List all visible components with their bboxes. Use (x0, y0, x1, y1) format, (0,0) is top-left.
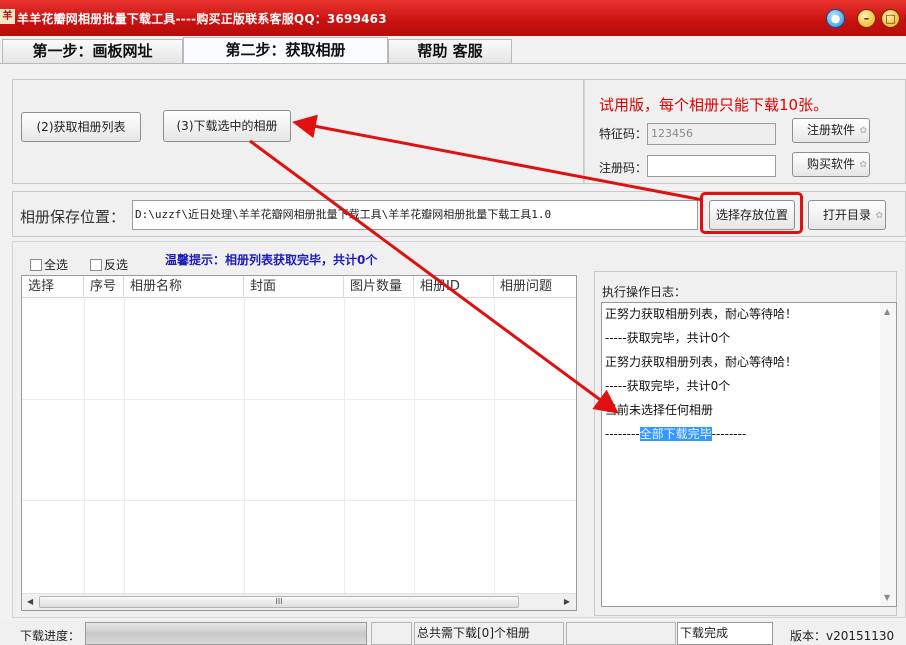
skin-icon[interactable]: ● (826, 9, 845, 28)
checkbox-box (90, 259, 102, 271)
total-albums-text: 总共需下载[0]个相册 (414, 622, 564, 645)
column-header-count[interactable]: 图片数量 (344, 276, 414, 298)
download-selected-button[interactable]: (3)下载选中的相册 (163, 110, 291, 142)
window-title: 羊羊花瓣网相册批量下载工具----购买正版联系客服QQ：3699463 (17, 12, 387, 26)
grid-line (244, 298, 245, 594)
version-label: 版本：v20151130 (790, 629, 895, 643)
scroll-left-icon[interactable]: ◀ (27, 597, 33, 606)
log-line: -----获取完毕，共计0个 (605, 331, 731, 345)
register-button[interactable]: 注册软件 ✿ (792, 118, 870, 143)
log-line: 正努力获取相册列表，耐心等待哈！ (605, 355, 798, 369)
maximize-button[interactable]: □ (881, 9, 900, 28)
table-header: 选择 序号 相册名称 封面 图片数量 相册ID 相册问题 (22, 276, 576, 298)
swirl-icon: ✿ (859, 126, 867, 136)
annotation-highlight-box (700, 192, 803, 234)
app-icon: 羊 (0, 9, 15, 24)
log-line: -----获取完毕，共计0个 (605, 379, 731, 393)
log-line-final: --------全部下载完毕-------- (605, 425, 746, 442)
open-folder-label: 打开目录 (822, 208, 871, 222)
grid-line (22, 399, 576, 400)
scroll-right-icon[interactable]: ▶ (564, 597, 570, 606)
grid-line (22, 500, 576, 501)
get-album-list-button[interactable]: (2)获取相册列表 (21, 112, 141, 142)
tab-divider (0, 63, 906, 64)
log-textarea[interactable]: 正努力获取相册列表，耐心等待哈！ -----获取完毕，共计0个 正努力获取相册列… (601, 302, 897, 607)
vertical-scrollbar[interactable]: ▲ ▼ (880, 303, 896, 606)
column-header-name[interactable]: 相册名称 (124, 276, 244, 298)
column-header-question[interactable]: 相册问题 (494, 276, 576, 298)
grid-line (494, 298, 495, 594)
download-state-text: 下载完成 (677, 622, 773, 645)
download-selected-label: (3)下载选中的相册 (176, 119, 278, 133)
scroll-down-icon[interactable]: ▼ (884, 593, 890, 602)
register-code-field[interactable] (647, 155, 776, 177)
grid-line (414, 298, 415, 594)
swirl-icon: ✿ (875, 211, 883, 221)
invert-label: 反选 (104, 258, 129, 272)
trial-notice: 试用版，每个相册只能下载10张。 (599, 96, 829, 114)
column-header-index[interactable]: 序号 (84, 276, 124, 298)
checkbox-box (30, 259, 42, 271)
column-header-cover[interactable]: 封面 (244, 276, 344, 298)
tab-help[interactable]: 帮助 客服 (388, 39, 512, 64)
register-button-label: 注册软件 (806, 123, 855, 137)
grid-line (124, 298, 125, 594)
status-tip: 温馨提示：相册列表获取完毕，共计0个 (165, 253, 378, 267)
minimize-button[interactable]: – (857, 9, 876, 28)
invert-selection-checkbox[interactable]: 反选 (90, 256, 128, 273)
feature-code-label: 特征码： (599, 127, 648, 141)
log-line: 当前未选择任何相册 (605, 403, 714, 417)
feature-code-field[interactable]: 123456 (647, 123, 776, 145)
scroll-thumb[interactable]: III (39, 596, 519, 608)
tab-strip: 第一步：画板网址 第二步：获取相册 帮助 客服 (0, 36, 906, 64)
log-selected-text: 全部下载完毕 (639, 427, 712, 441)
buy-button[interactable]: 购买软件 ✿ (792, 152, 870, 177)
save-location-label: 相册保存位置： (20, 208, 126, 226)
log-title: 执行操作日志： (602, 285, 687, 299)
column-header-select[interactable]: 选择 (22, 276, 84, 298)
select-all-label: 全选 (44, 258, 69, 272)
album-list-table[interactable]: 选择 序号 相册名称 封面 图片数量 相册ID 相册问题 ◀ III ▶ (21, 275, 577, 611)
title-bar: 羊 羊羊花瓣网相册批量下载工具----购买正版联系客服QQ：3699463 ● … (0, 0, 906, 36)
log-final-prefix: -------- (605, 427, 640, 441)
select-all-checkbox[interactable]: 全选 (30, 256, 68, 273)
grid-line (84, 298, 85, 594)
tab-board-url[interactable]: 第一步：画板网址 (2, 39, 183, 64)
save-path-field[interactable]: D:\uzzf\近日处理\羊羊花瓣网相册批量下载工具\羊羊花瓣网相册批量下载工具… (132, 200, 698, 230)
status-cell (371, 622, 412, 645)
log-final-suffix: -------- (711, 427, 747, 441)
scroll-up-icon[interactable]: ▲ (884, 307, 890, 316)
get-album-list-label: (2)获取相册列表 (36, 120, 126, 134)
horizontal-scrollbar[interactable]: ◀ III ▶ (22, 593, 576, 610)
status-cell (566, 622, 676, 645)
open-folder-button[interactable]: 打开目录 ✿ (808, 200, 886, 230)
progress-label: 下载进度： (20, 629, 81, 643)
column-header-id[interactable]: 相册ID (414, 276, 494, 298)
log-line: 正努力获取相册列表，耐心等待哈！ (605, 307, 798, 321)
grid-line (344, 298, 345, 594)
swirl-icon: ✿ (859, 160, 867, 170)
tab-get-albums[interactable]: 第二步：获取相册 (183, 37, 388, 64)
progress-bar (85, 622, 367, 645)
register-code-label: 注册码： (599, 161, 648, 175)
buy-button-label: 购买软件 (806, 157, 855, 171)
